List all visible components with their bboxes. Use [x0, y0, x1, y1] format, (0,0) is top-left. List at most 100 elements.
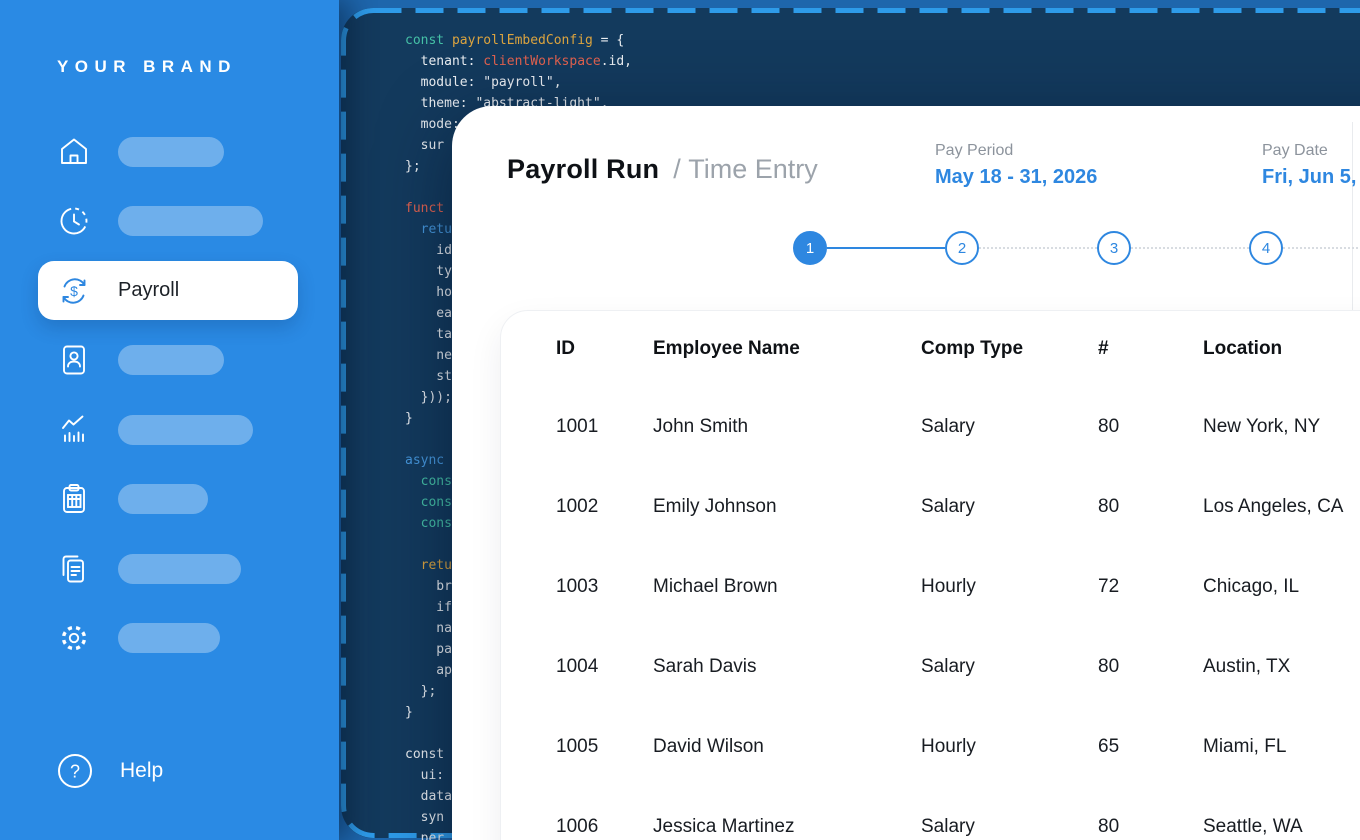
table-cell: 80	[1098, 416, 1203, 438]
sidebar-menu: $ Payroll	[0, 117, 339, 673]
sidebar-item-documents[interactable]	[0, 534, 339, 604]
step-connector	[979, 247, 1097, 249]
skeleton-pill	[118, 554, 241, 584]
table-cell: 1001	[556, 416, 653, 438]
table-cell: New York, NY	[1203, 416, 1360, 438]
pay-period-label: Pay Period	[935, 142, 1097, 160]
table-cell: John Smith	[653, 416, 921, 438]
table-cell: Emily Johnson	[653, 496, 921, 518]
table-header-row: IDEmployee NameComp Type#Location	[501, 311, 1360, 387]
table-cell: 80	[1098, 496, 1203, 518]
code-line: module: "payroll",	[405, 72, 632, 93]
documents-icon	[57, 552, 91, 586]
skeleton-pill	[118, 345, 224, 375]
table-cell: Miami, FL	[1203, 736, 1360, 758]
table-cell: 80	[1098, 816, 1203, 838]
sidebar-item-help[interactable]: ? Help	[0, 752, 396, 790]
breadcrumb: / Time Entry	[673, 154, 818, 185]
table-cell: Michael Brown	[653, 576, 921, 598]
skeleton-pill	[118, 623, 220, 653]
history-icon	[57, 204, 91, 238]
sidebar-item-settings[interactable]	[0, 604, 339, 674]
table-cell: Salary	[921, 416, 1098, 438]
sidebar-item-home[interactable]	[0, 117, 339, 187]
table-cell: Hourly	[921, 576, 1098, 598]
svg-text:$: $	[70, 283, 78, 299]
stepper: 1 2 3 4	[793, 231, 1360, 265]
pay-date-block: Pay Date Fri, Jun 5,	[1262, 142, 1356, 189]
step-2[interactable]: 2	[945, 231, 979, 265]
table-cell: Salary	[921, 496, 1098, 518]
help-icon: ?	[57, 753, 93, 789]
sidebar-item-employees[interactable]	[0, 326, 339, 396]
table-row[interactable]: 1001John SmithSalary80New York, NY	[501, 387, 1360, 467]
table-row[interactable]: 1002Emily JohnsonSalary80Los Angeles, CA	[501, 467, 1360, 547]
table-cell: 1002	[556, 496, 653, 518]
code-line: const payrollEmbedConfig = {	[405, 30, 632, 51]
modal-header: Payroll Run / Time Entry	[507, 154, 818, 185]
sidebar-item-label: Payroll	[118, 279, 179, 302]
table-row[interactable]: 1006Jessica MartinezSalary80Seattle, WA	[501, 787, 1360, 840]
help-label: Help	[120, 759, 163, 783]
employees-icon	[57, 343, 91, 377]
table-cell: 1006	[556, 816, 653, 838]
skeleton-pill	[118, 484, 208, 514]
skeleton-pill	[118, 206, 263, 236]
sidebar-item-ledger[interactable]	[0, 465, 339, 535]
step-3[interactable]: 3	[1097, 231, 1131, 265]
table-cell: Seattle, WA	[1203, 816, 1360, 838]
page-subtitle: Time Entry	[688, 154, 818, 184]
sidebar-item-history[interactable]	[0, 187, 339, 257]
table-cell: Salary	[921, 816, 1098, 838]
employee-table-card: IDEmployee NameComp Type#Location 1001Jo…	[500, 310, 1360, 840]
table-cell: 72	[1098, 576, 1203, 598]
table-cell: Sarah Davis	[653, 656, 921, 678]
sidebar: YOUR BRAND $ Payroll ? Help	[0, 0, 339, 840]
reports-icon	[57, 413, 91, 447]
settings-icon	[57, 621, 91, 655]
table-row[interactable]: 1005David WilsonHourly65Miami, FL	[501, 707, 1360, 787]
payroll-icon: $	[57, 274, 91, 308]
table-cell: 1003	[556, 576, 653, 598]
table-cell: 65	[1098, 736, 1203, 758]
brand-title: YOUR BRAND	[57, 57, 237, 77]
table-cell: 1004	[556, 656, 653, 678]
code-line: tenant: clientWorkspace.id,	[405, 51, 632, 72]
page-title: Payroll Run	[507, 154, 659, 185]
pay-period-block: Pay Period May 18 - 31, 2026	[935, 142, 1097, 189]
payroll-modal: Payroll Run / Time Entry Pay Period May …	[452, 106, 1360, 840]
table-cell: Los Angeles, CA	[1203, 496, 1360, 518]
skeleton-pill	[118, 415, 253, 445]
sidebar-item-payroll[interactable]: $ Payroll	[0, 256, 339, 326]
step-connector	[827, 247, 945, 249]
step-connector	[1131, 247, 1249, 249]
table-cell: Salary	[921, 656, 1098, 678]
step-4[interactable]: 4	[1249, 231, 1283, 265]
table-body: 1001John SmithSalary80New York, NY1002Em…	[501, 387, 1360, 840]
column-header: ID	[556, 338, 653, 360]
pay-date-value: Fri, Jun 5,	[1262, 166, 1356, 189]
column-header: Employee Name	[653, 338, 921, 360]
column-header: Comp Type	[921, 338, 1098, 360]
table-cell: David Wilson	[653, 736, 921, 758]
step-1[interactable]: 1	[793, 231, 827, 265]
table-row[interactable]: 1003Michael BrownHourly72Chicago, IL	[501, 547, 1360, 627]
table-cell: Hourly	[921, 736, 1098, 758]
sidebar-item-reports[interactable]	[0, 395, 339, 465]
table-cell: 80	[1098, 656, 1203, 678]
home-icon	[57, 135, 91, 169]
table-cell: Jessica Martinez	[653, 816, 921, 838]
column-header: Location	[1203, 338, 1360, 360]
skeleton-pill	[118, 137, 224, 167]
table-row[interactable]: 1004Sarah DavisSalary80Austin, TX	[501, 627, 1360, 707]
svg-text:?: ?	[70, 762, 80, 782]
table-cell: 1005	[556, 736, 653, 758]
column-header: #	[1098, 338, 1203, 360]
table-cell: Chicago, IL	[1203, 576, 1360, 598]
pay-date-label: Pay Date	[1262, 142, 1356, 160]
table-cell: Austin, TX	[1203, 656, 1360, 678]
ledger-icon	[57, 482, 91, 516]
breadcrumb-separator: /	[673, 154, 681, 184]
step-connector	[1283, 247, 1360, 249]
app: const payrollEmbedConfig = { tenant: cli…	[0, 0, 1360, 840]
